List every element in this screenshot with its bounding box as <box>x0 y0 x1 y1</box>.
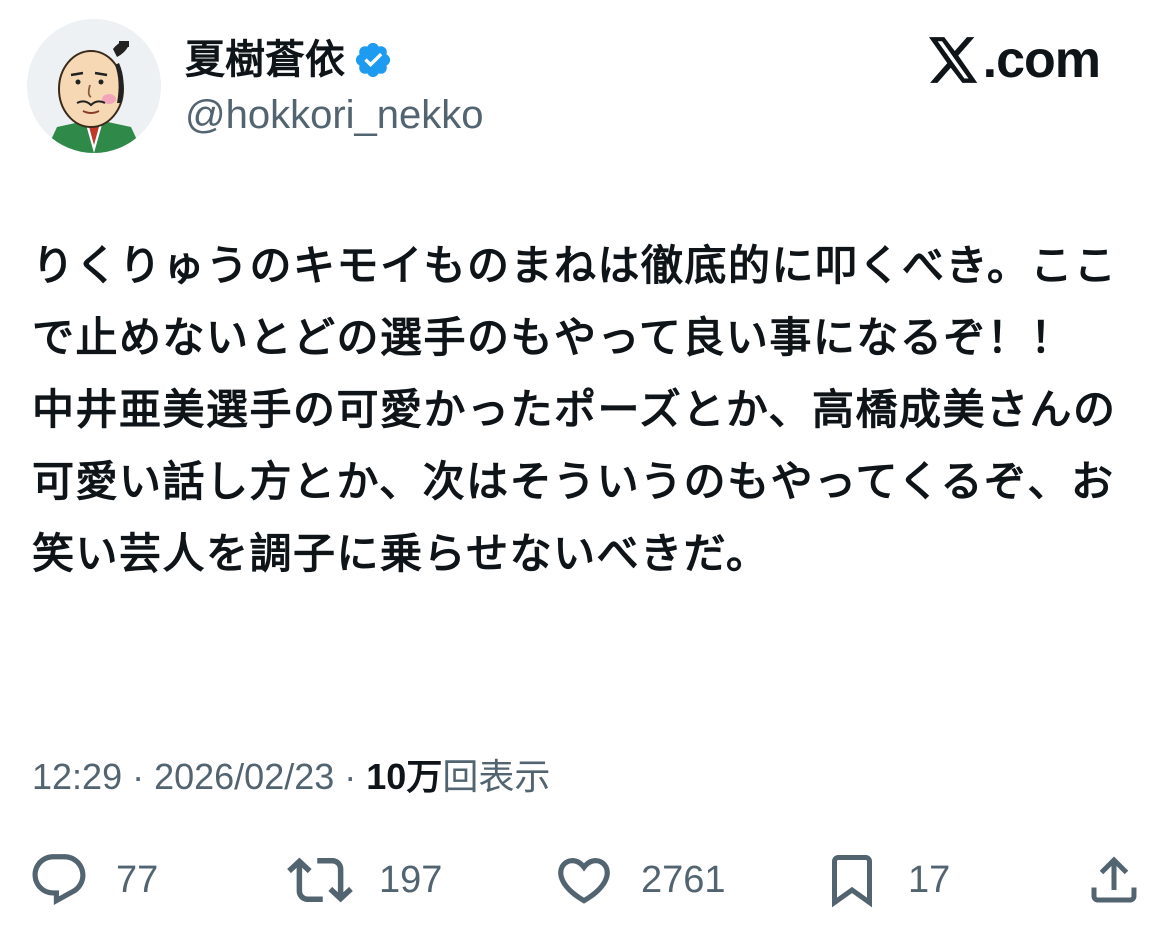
reply-count: 77 <box>116 858 159 901</box>
x-logo-icon <box>928 37 977 83</box>
tweet-time[interactable]: 12:29 <box>32 756 122 797</box>
reply-button[interactable]: 77 <box>28 850 158 910</box>
tweet-card: 夏樹蒼依 @hokkori_nekko .com りくりゅうのキモイものまねは徹… <box>0 0 1170 952</box>
tweet-meta: 12:29 · 2026/02/23 · 10万回表示 <box>32 752 550 802</box>
brand-logo[interactable]: .com <box>928 30 1101 90</box>
tweet-date[interactable]: 2026/02/23 <box>154 756 334 797</box>
views-label: 回表示 <box>442 756 551 797</box>
bookmark-icon <box>832 855 872 908</box>
samurai-avatar-icon <box>27 19 161 153</box>
meta-separator: · <box>122 756 155 797</box>
tweet-text: りくりゅうのキモイものまねは徹底的に叩くべき。ここで止めないとどの選手のもやって… <box>32 241 1118 578</box>
meta-separator-2: · <box>334 756 367 797</box>
display-name[interactable]: 夏樹蒼依 <box>185 34 393 86</box>
repost-icon <box>287 857 353 903</box>
action-bar: 77 197 2761 17 <box>0 850 1170 910</box>
display-name-text: 夏樹蒼依 <box>185 37 345 83</box>
user-handle[interactable]: @hokkori_nekko <box>185 90 484 140</box>
bookmark-count: 17 <box>908 858 951 901</box>
like-count: 2761 <box>641 858 726 901</box>
avatar[interactable] <box>27 19 161 153</box>
bookmark-button[interactable]: 17 <box>822 850 950 910</box>
repost-button[interactable]: 197 <box>287 850 442 910</box>
share-button[interactable] <box>1084 850 1144 910</box>
heart-icon <box>558 858 610 904</box>
brand-domain: .com <box>982 31 1101 89</box>
share-icon <box>1091 856 1137 903</box>
verified-badge-icon <box>353 40 393 80</box>
views-count: 10万 <box>366 756 443 797</box>
like-button[interactable]: 2761 <box>553 850 726 910</box>
repost-count: 197 <box>379 858 443 901</box>
reply-icon <box>32 854 86 906</box>
